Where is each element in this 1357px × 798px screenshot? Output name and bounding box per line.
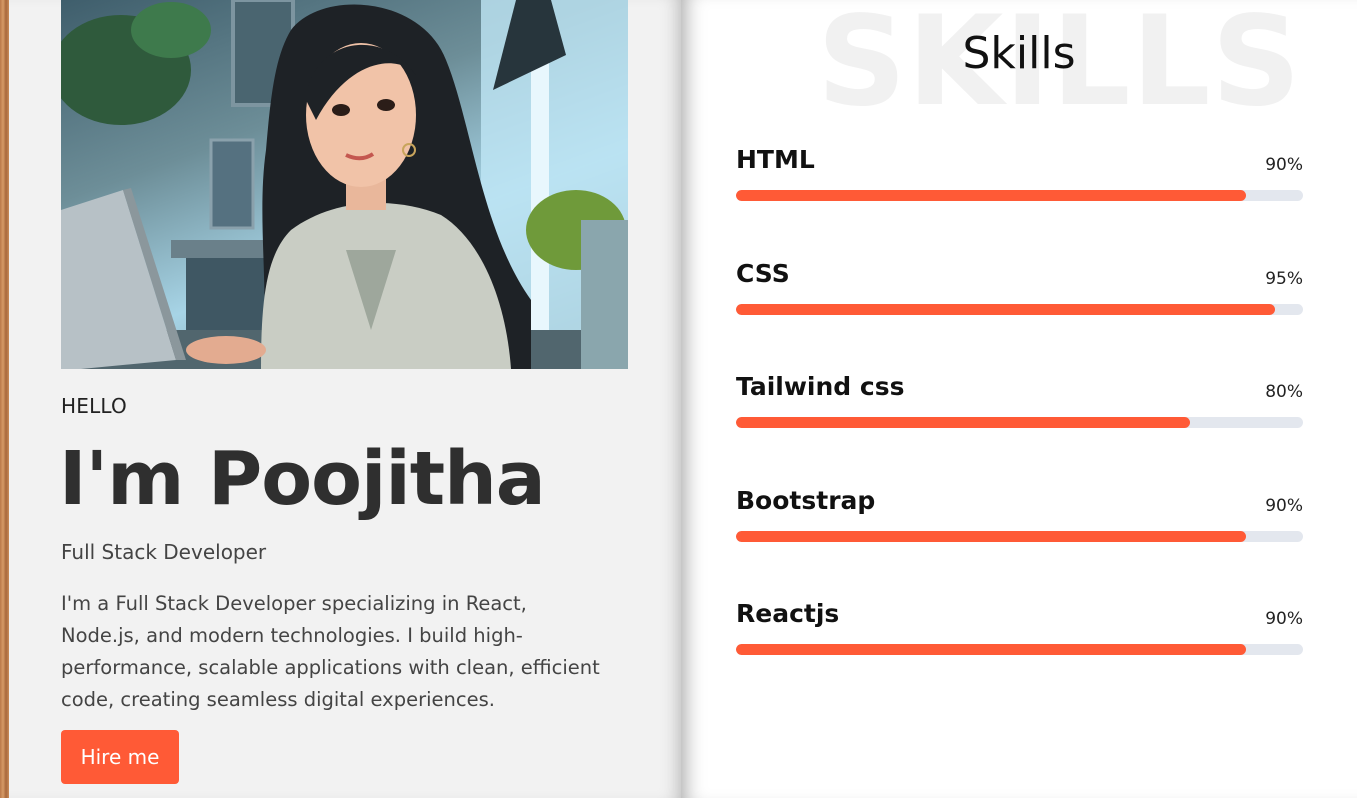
- skill-label: Tailwind css: [736, 372, 905, 401]
- skill-item-html: HTML 90%: [736, 145, 1303, 205]
- hire-me-button[interactable]: Hire me: [61, 730, 179, 784]
- skill-item-bootstrap: Bootstrap 90%: [736, 486, 1303, 546]
- greeting-text: HELLO: [61, 394, 127, 418]
- skill-percent: 90%: [1265, 609, 1303, 629]
- skill-progress-track: [736, 190, 1303, 201]
- skill-progress-track: [736, 304, 1303, 315]
- skill-percent: 90%: [1265, 155, 1303, 175]
- skill-progress-fill: [736, 417, 1190, 428]
- skill-progress-fill: [736, 531, 1247, 542]
- skill-progress-fill: [736, 644, 1247, 655]
- skill-progress-track: [736, 644, 1303, 655]
- portrait-illustration: [61, 0, 628, 369]
- skill-percent: 80%: [1265, 382, 1303, 402]
- skill-item-css: CSS 95%: [736, 259, 1303, 319]
- page-title: I'm Poojitha: [59, 436, 546, 522]
- skill-label: CSS: [736, 259, 790, 288]
- skill-label: Bootstrap: [736, 486, 876, 515]
- skills-heading: Skills: [962, 28, 1076, 79]
- role-subtitle: Full Stack Developer: [61, 540, 267, 564]
- skill-percent: 95%: [1265, 269, 1303, 289]
- skill-progress-track: [736, 531, 1303, 542]
- skill-item-reactjs: Reactjs 90%: [736, 599, 1303, 659]
- skill-label: HTML: [736, 145, 815, 174]
- skill-progress-fill: [736, 190, 1247, 201]
- skill-progress-track: [736, 417, 1303, 428]
- bio-paragraph: I'm a Full Stack Developer specializing …: [61, 592, 600, 711]
- skill-item-tailwind: Tailwind css 80%: [736, 372, 1303, 432]
- skills-page: SKILLS Skills HTML 90% CSS 95% Tailwind …: [681, 0, 1357, 798]
- skill-progress-fill: [736, 304, 1275, 315]
- skill-label: Reactjs: [736, 599, 840, 628]
- portrait-image: [61, 0, 628, 369]
- intro-page: HELLO I'm Poojitha Full Stack Developer …: [9, 0, 681, 798]
- skill-percent: 90%: [1265, 496, 1303, 516]
